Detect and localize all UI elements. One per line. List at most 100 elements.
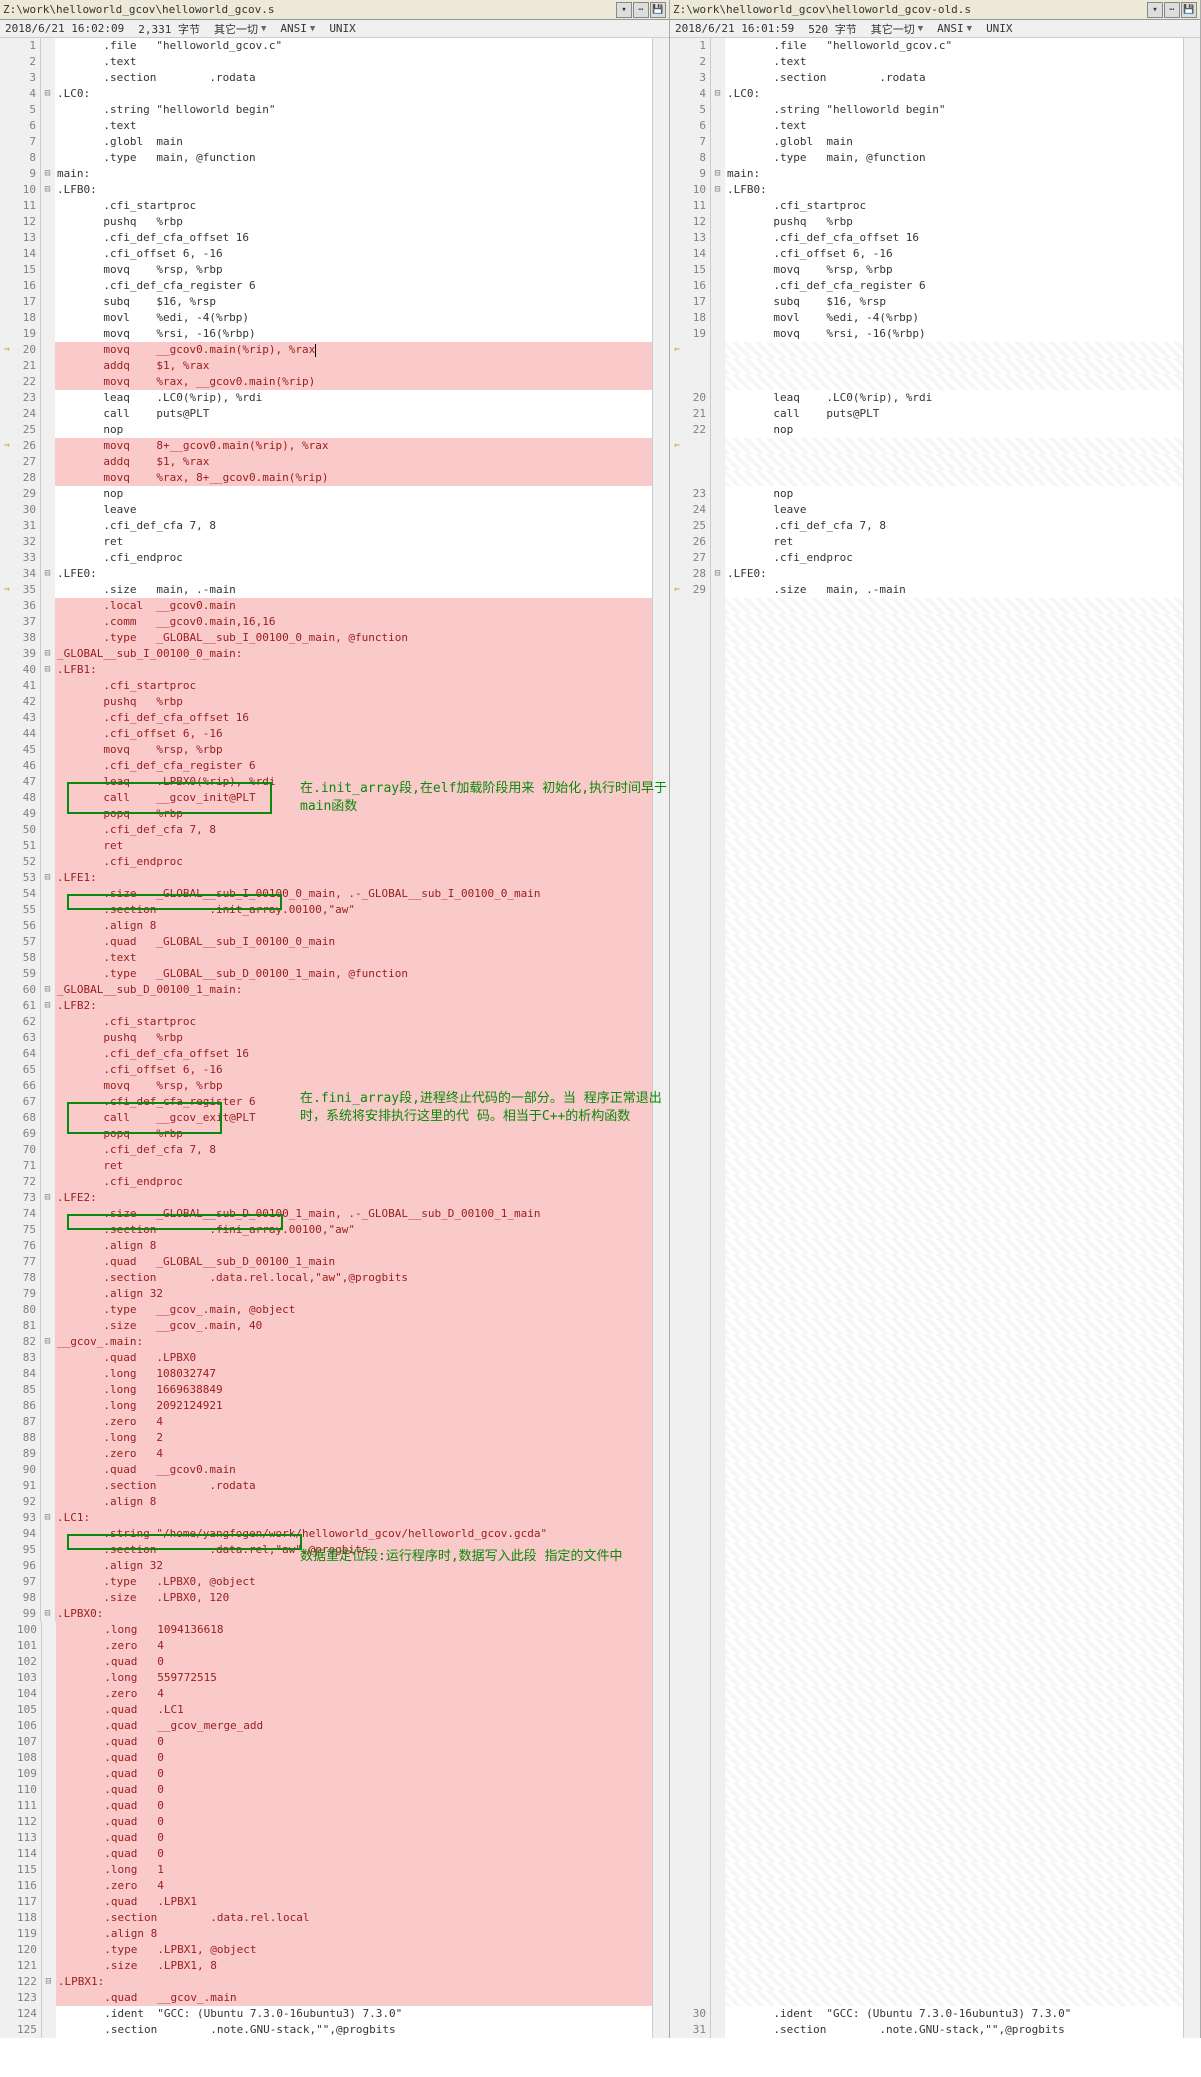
code-line[interactable]: 115 .long 1 (0, 1862, 652, 1878)
code-line[interactable]: 21 addq $1, %rax (0, 358, 652, 374)
code-line[interactable]: 41 .cfi_startproc (0, 678, 652, 694)
code-line[interactable]: 3 .section .rodata (670, 70, 1183, 86)
code-line[interactable]: 37 .comm __gcov0.main,16,16 (0, 614, 652, 630)
code-line[interactable]: 23 nop (670, 486, 1183, 502)
code-line[interactable]: 22 movq %rax, __gcov0.main(%rip) (0, 374, 652, 390)
code-line[interactable]: 48 call __gcov_init@PLT (0, 790, 652, 806)
code-line[interactable]: 106 .quad __gcov_merge_add (0, 1718, 652, 1734)
code-line[interactable]: 100 .long 1094136618 (0, 1622, 652, 1638)
code-line[interactable]: 46 .cfi_def_cfa_register 6 (0, 758, 652, 774)
right-menu[interactable]: 其它一切 (871, 21, 915, 37)
code-line[interactable]: 31 .section .note.GNU-stack,"",@progbits (670, 2022, 1183, 2038)
code-line[interactable]: ⇒26 movq 8+__gcov0.main(%rip), %rax (0, 438, 652, 454)
code-line[interactable]: 28 movq %rax, 8+__gcov0.main(%rip) (0, 470, 652, 486)
code-line[interactable]: 30 .ident "GCC: (Ubuntu 7.3.0-16ubuntu3)… (670, 2006, 1183, 2022)
scrollbar[interactable] (652, 38, 669, 2038)
code-line[interactable]: 22 nop (670, 422, 1183, 438)
code-line[interactable]: 74 .size _GLOBAL__sub_D_00100_1_main, .-… (0, 1206, 652, 1222)
code-line[interactable]: 116 .zero 4 (0, 1878, 652, 1894)
code-line[interactable]: 18 movl %edi, -4(%rbp) (670, 310, 1183, 326)
code-line[interactable]: 43 .cfi_def_cfa_offset 16 (0, 710, 652, 726)
code-line[interactable]: 80 .type __gcov_.main, @object (0, 1302, 652, 1318)
code-line[interactable]: 110 .quad 0 (0, 1782, 652, 1798)
code-line[interactable]: 27 .cfi_endproc (670, 550, 1183, 566)
code-line[interactable]: 114 .quad 0 (0, 1846, 652, 1862)
code-line[interactable]: 17 subq $16, %rsp (0, 294, 652, 310)
code-line[interactable]: 13 .cfi_def_cfa_offset 16 (0, 230, 652, 246)
code-line[interactable]: 5 .string "helloworld begin" (0, 102, 652, 118)
code-line[interactable]: 4⊟.LC0: (670, 86, 1183, 102)
code-line[interactable] (670, 454, 1183, 470)
code-line[interactable]: 23 leaq .LC0(%rip), %rdi (0, 390, 652, 406)
code-line[interactable]: 9⊟main: (670, 166, 1183, 182)
code-line[interactable]: 12 pushq %rbp (0, 214, 652, 230)
code-line[interactable]: 8 .type main, @function (670, 150, 1183, 166)
code-line[interactable]: 112 .quad 0 (0, 1814, 652, 1830)
code-line[interactable]: 85 .long 1669638849 (0, 1382, 652, 1398)
code-line[interactable]: 122⊟.LPBX1: (0, 1974, 652, 1990)
code-line[interactable]: 59 .type _GLOBAL__sub_D_00100_1_main, @f… (0, 966, 652, 982)
browse-button[interactable]: ⋯ (1164, 2, 1180, 18)
code-line[interactable]: 97 .type .LPBX0, @object (0, 1574, 652, 1590)
code-line[interactable]: 70 .cfi_def_cfa 7, 8 (0, 1142, 652, 1158)
code-line[interactable]: 32 ret (0, 534, 652, 550)
code-line[interactable]: 15 movq %rsp, %rbp (670, 262, 1183, 278)
code-line[interactable]: 61⊟.LFB2: (0, 998, 652, 1014)
code-line[interactable]: 25 nop (0, 422, 652, 438)
scrollbar[interactable] (1183, 38, 1200, 2038)
code-line[interactable]: 24 call puts@PLT (0, 406, 652, 422)
code-line[interactable]: 69 popq %rbp (0, 1126, 652, 1142)
code-line[interactable]: 9⊟main: (0, 166, 652, 182)
code-line[interactable]: 6 .text (670, 118, 1183, 134)
code-line[interactable]: 50 .cfi_def_cfa 7, 8 (0, 822, 652, 838)
code-line[interactable]: 42 pushq %rbp (0, 694, 652, 710)
left-menu[interactable]: 其它一切 (214, 21, 258, 37)
code-line[interactable]: 14 .cfi_offset 6, -16 (670, 246, 1183, 262)
code-line[interactable]: 8 .type main, @function (0, 150, 652, 166)
code-line[interactable]: 17 subq $16, %rsp (670, 294, 1183, 310)
code-line[interactable]: 13 .cfi_def_cfa_offset 16 (670, 230, 1183, 246)
code-line[interactable]: ⇒35 .size main, .-main (0, 582, 652, 598)
code-line[interactable]: 16 .cfi_def_cfa_register 6 (0, 278, 652, 294)
code-line[interactable]: 104 .zero 4 (0, 1686, 652, 1702)
code-line[interactable]: 39⊟_GLOBAL__sub_I_00100_0_main: (0, 646, 652, 662)
code-line[interactable]: 86 .long 2092124921 (0, 1398, 652, 1414)
code-line[interactable]: 78 .section .data.rel.local,"aw",@progbi… (0, 1270, 652, 1286)
code-line[interactable]: 65 .cfi_offset 6, -16 (0, 1062, 652, 1078)
code-line[interactable]: 11 .cfi_startproc (670, 198, 1183, 214)
left-enc[interactable]: ANSI (280, 22, 307, 35)
code-line[interactable]: 60⊟_GLOBAL__sub_D_00100_1_main: (0, 982, 652, 998)
code-line[interactable]: 34⊟.LFE0: (0, 566, 652, 582)
code-line[interactable]: 11 .cfi_startproc (0, 198, 652, 214)
code-line[interactable]: 53⊟.LFE1: (0, 870, 652, 886)
code-line[interactable]: 6 .text (0, 118, 652, 134)
code-line[interactable]: 31 .cfi_def_cfa 7, 8 (0, 518, 652, 534)
code-line[interactable]: 120 .type .LPBX1, @object (0, 1942, 652, 1958)
code-line[interactable]: 108 .quad 0 (0, 1750, 652, 1766)
code-line[interactable]: 5 .string "helloworld begin" (670, 102, 1183, 118)
left-editor[interactable]: 1 .file "helloworld_gcov.c"2 .text3 .sec… (0, 38, 669, 2038)
right-enc[interactable]: ANSI (937, 22, 964, 35)
code-line[interactable]: 109 .quad 0 (0, 1766, 652, 1782)
code-line[interactable]: 88 .long 2 (0, 1430, 652, 1446)
code-line[interactable]: 36 .local __gcov0.main (0, 598, 652, 614)
save-button[interactable]: 💾 (1181, 2, 1197, 18)
dropdown-button[interactable]: ▾ (1147, 2, 1163, 18)
code-line[interactable]: 124 .ident "GCC: (Ubuntu 7.3.0-16ubuntu3… (0, 2006, 652, 2022)
code-line[interactable]: 71 ret (0, 1158, 652, 1174)
code-line[interactable]: 14 .cfi_offset 6, -16 (0, 246, 652, 262)
code-line[interactable]: ⇐ (670, 438, 1183, 454)
code-line[interactable]: 1 .file "helloworld_gcov.c" (670, 38, 1183, 54)
code-line[interactable]: 76 .align 8 (0, 1238, 652, 1254)
code-line[interactable]: 77 .quad _GLOBAL__sub_D_00100_1_main (0, 1254, 652, 1270)
code-line[interactable]: 105 .quad .LC1 (0, 1702, 652, 1718)
code-line[interactable]: 49 popq %rbp (0, 806, 652, 822)
code-line[interactable]: 82⊟__gcov_.main: (0, 1334, 652, 1350)
code-line[interactable]: 30 leave (0, 502, 652, 518)
code-line[interactable] (670, 374, 1183, 390)
code-line[interactable]: 96 .align 32 (0, 1558, 652, 1574)
code-line[interactable]: 24 leave (670, 502, 1183, 518)
code-line[interactable]: 10⊟.LFB0: (0, 182, 652, 198)
code-line[interactable]: 123 .quad __gcov_.main (0, 1990, 652, 2006)
code-line[interactable]: 45 movq %rsp, %rbp (0, 742, 652, 758)
